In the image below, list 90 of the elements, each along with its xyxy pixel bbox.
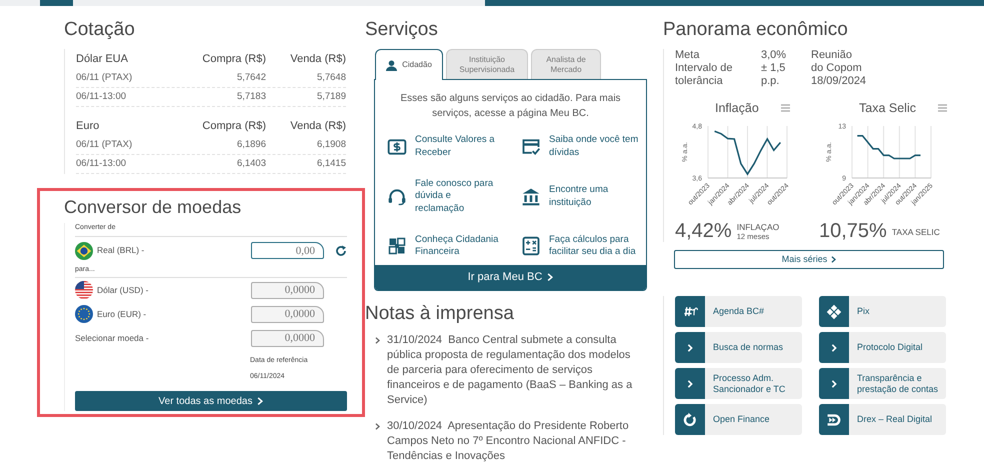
money-icon: [387, 136, 407, 157]
service-link[interactable]: Encontre uma instituição: [521, 172, 651, 222]
menu-icon[interactable]: [938, 104, 947, 112]
chevron-icon: [257, 396, 264, 406]
date-cell-text: 06/11-13:00: [76, 90, 128, 104]
sell-rate: 6,1908: [316, 138, 346, 152]
sell-rate: 5,7189: [316, 90, 346, 104]
line-series: [857, 135, 920, 160]
quick-link[interactable]: Open Finance: [675, 404, 802, 435]
column-header: Compra (R$): [201, 118, 266, 134]
intro-text: Esses são alguns serviços ao cidadão. Para mais serviços, acesse a página Meu BC.: [399, 92, 622, 121]
currency-dropdown[interactable]: Selecionar moeda -: [75, 332, 251, 344]
meta-value: ± 1,5 p.p.: [761, 62, 786, 88]
indicator-value: 4,42%: [675, 220, 732, 242]
buy-rate: 6,1403: [236, 156, 266, 171]
currency-name: Dólar EUA: [76, 52, 129, 67]
currency-dropdown[interactable]: Dólar (USD) -: [97, 284, 251, 296]
indicator-caption: TAXA SELIC: [892, 227, 940, 237]
date-cell-text: 06/11-13:00: [76, 156, 128, 171]
amount-field[interactable]: 0,0000: [251, 330, 324, 346]
menu-icon[interactable]: [780, 104, 790, 112]
bank-icon: [521, 186, 541, 206]
meeting-date: 18/09/2024: [811, 75, 867, 88]
person-icon: [386, 60, 398, 70]
meta-label: Meta: [675, 49, 700, 62]
chart-title-link[interactable]: Taxa Selic: [859, 98, 916, 118]
date-cell-text: 06/11 (PTAX): [76, 70, 134, 85]
amount-field[interactable]: 0,00: [251, 242, 324, 259]
meu-bc-link[interactable]: Meu BC: [550, 108, 586, 119]
tab[interactable]: Analista de Mercado: [531, 49, 601, 79]
section-title: Serviços: [365, 18, 438, 42]
currency-dropdown[interactable]: Real (BRL) -: [97, 244, 251, 257]
headset-icon: [387, 186, 407, 206]
section-title: Panorama econômico: [663, 18, 848, 42]
quick-link[interactable]: Busca de normas: [675, 332, 802, 363]
quick-link[interactable]: Processo Adm. Sancionador e TC: [675, 368, 802, 399]
amount-field[interactable]: 0,0000: [251, 282, 324, 298]
calculator-icon: [521, 236, 541, 256]
service-link[interactable]: Fale conosco para dúvida e reclamação: [387, 172, 521, 222]
chart-title-link[interactable]: Inflação: [715, 98, 759, 118]
eu-flag-icon: [75, 305, 93, 323]
indicator-value: 10,75%: [819, 220, 887, 242]
buy-rate: 5,7642: [236, 70, 266, 85]
card-check-icon: [521, 136, 541, 157]
sell-rate: 5,7648: [316, 70, 346, 85]
meeting-label: Reunião do Copom: [811, 49, 863, 75]
currency-name: Euro: [76, 118, 100, 134]
section-title: Notas à imprensa: [365, 302, 514, 326]
section-title: Conversor de moedas: [64, 196, 242, 219]
chevron-icon: [831, 256, 836, 263]
indicator-caption: INFLAÇAO: [736, 222, 780, 232]
more-series-button[interactable]: Mais séries: [674, 250, 944, 269]
all-currencies-button[interactable]: Ver todas as moedas: [75, 391, 347, 411]
section-title: Cotação: [64, 18, 135, 42]
news-link[interactable]: 30/10/2024 Apresentação do Presidente Roberto Campos Neto no 7º Encontro Nacional ANFIDC - Tendências e Inovações: [387, 419, 645, 464]
quick-link[interactable]: Agenda BC#: [675, 296, 802, 327]
tab[interactable]: Cidadão: [375, 49, 443, 80]
meu-bc-button[interactable]: Ir para Meu BC: [375, 265, 646, 290]
usa-flag-icon: [75, 281, 93, 299]
sell-rate: 6,1415: [316, 156, 346, 171]
quick-link[interactable]: Protocolo Digital: [819, 332, 946, 363]
service-link[interactable]: Saiba onde você tem dívidas: [521, 128, 651, 166]
news-link[interactable]: 31/10/2024 Banco Central submete a consulta pública proposta de regulamentação dos modelos de parceria para oferecimento de serviços financeiros e de pagamento (BaaS – Banking as a Service): [387, 333, 645, 408]
tab[interactable]: Instituição Supervisionada: [446, 49, 528, 79]
amount-field[interactable]: 0,0000: [251, 306, 324, 322]
column-header: Venda (R$): [289, 52, 346, 67]
quick-link[interactable]: Transparência e prestação de contas: [819, 368, 946, 399]
service-link[interactable]: Conheça Cidadania Financeira: [387, 228, 521, 265]
circular-arrow-icon: [682, 412, 698, 428]
chevron-icon: [547, 273, 554, 282]
chevron-icon: [375, 423, 380, 430]
buy-rate: 6,1896: [236, 138, 266, 152]
buy-rate: 5,7183: [236, 90, 266, 104]
d-arrows-icon: [826, 412, 842, 428]
service-link[interactable]: Faça cálculos para facilitar seu dia a dia: [521, 228, 651, 265]
date-cell-text: 06/11 (PTAX): [76, 138, 134, 152]
brazil-flag-icon: [75, 242, 93, 260]
service-link[interactable]: Consulte Valores a Receber: [387, 128, 521, 166]
currency-dropdown[interactable]: Euro (EUR) -: [97, 308, 251, 320]
refresh-icon[interactable]: [335, 244, 347, 256]
puzzle-icon: [387, 236, 407, 256]
line-series: [714, 130, 782, 176]
chevron-icon: [375, 337, 380, 344]
diamond-icon: [826, 304, 842, 320]
column-header: Compra (R$): [201, 52, 266, 67]
quick-link[interactable]: Pix: [819, 296, 946, 327]
meta-label: Intervalo de tolerância: [675, 62, 734, 88]
meta-value: 3,0%: [761, 49, 788, 62]
column-header: Venda (R$): [289, 118, 346, 134]
quick-link[interactable]: Drex – Real Digital: [819, 404, 946, 435]
